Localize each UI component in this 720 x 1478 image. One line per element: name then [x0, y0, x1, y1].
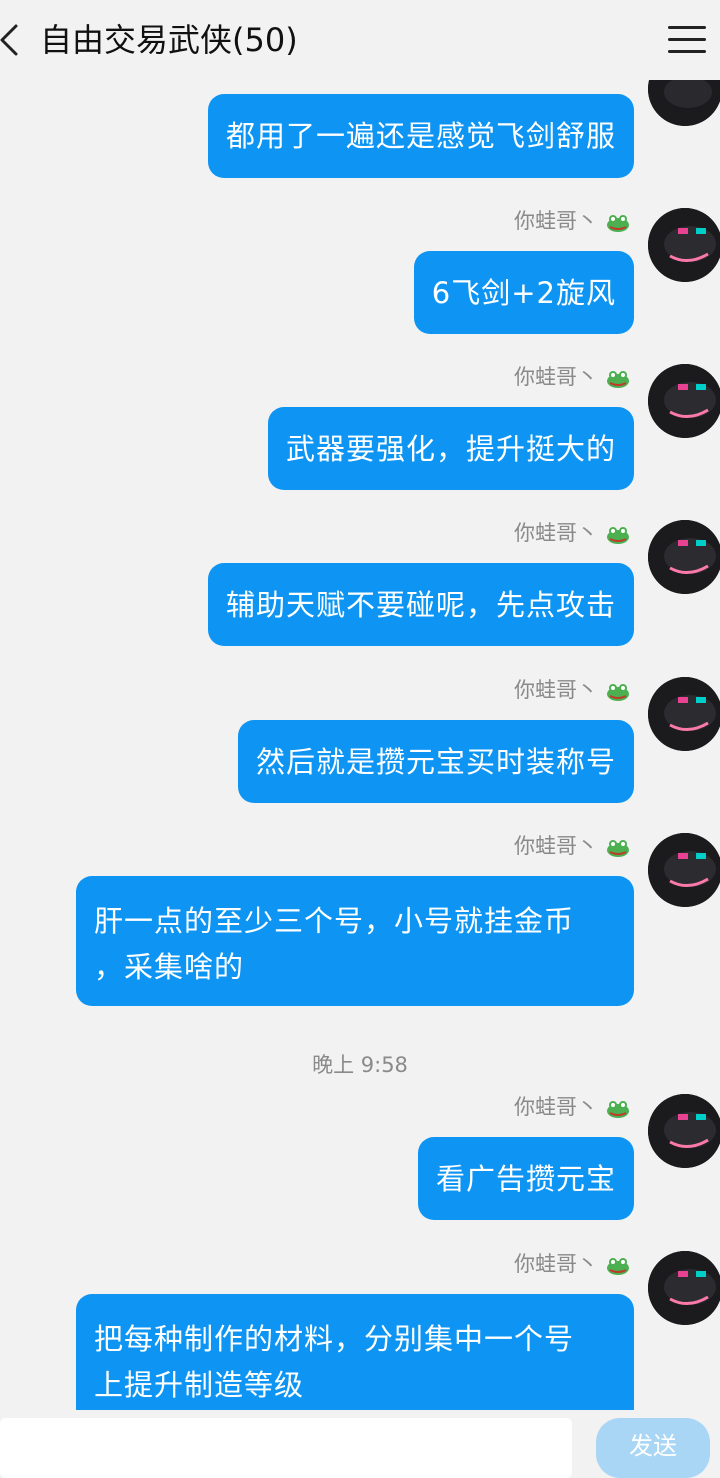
frog-emoji-icon: [606, 1098, 630, 1118]
sender-name: 你蛙哥丶: [514, 1094, 630, 1120]
message-bubble[interactable]: 6飞剑+2旋风: [413, 251, 634, 334]
message-text: 都用了一遍还是感觉飞剑舒服: [225, 119, 616, 153]
avatar[interactable]: [648, 677, 720, 751]
message-bubble[interactable]: 武器要强化，提升挺大的: [267, 407, 634, 490]
menu-button[interactable]: [668, 22, 706, 56]
sender-name: 你蛙哥丶: [514, 1251, 630, 1277]
frog-emoji-icon: [606, 1255, 630, 1275]
chat-title: 自由交易武侠(50): [40, 21, 298, 59]
send-button[interactable]: 发送: [596, 1418, 710, 1478]
message-bubble[interactable]: 都用了一遍还是感觉飞剑舒服: [207, 94, 634, 178]
message-text: 武器要强化，提升挺大的: [285, 432, 616, 466]
timestamp: 晚上 9:58: [312, 1053, 408, 1077]
message-text: 辅助天赋不要碰呢，先点攻击: [225, 588, 616, 622]
message-bubble[interactable]: 然后就是攒元宝买时装称号: [237, 720, 634, 803]
menu-icon-line: [668, 50, 706, 53]
message-feed[interactable]: 都用了一遍还是感觉飞剑舒服 你蛙哥丶 6飞剑+2旋风 你蛙哥丶 武器要强化，提升…: [0, 0, 720, 1410]
back-button[interactable]: [0, 22, 22, 58]
message-text: 肝一点的至少三个号，小号就挂金币: [94, 904, 575, 938]
frog-emoji-icon: [606, 837, 630, 857]
message-bubble[interactable]: 肝一点的至少三个号，小号就挂金币 ，采集啥的: [76, 876, 634, 1006]
frog-emoji-icon: [606, 212, 630, 232]
chevron-left-icon: [0, 24, 18, 56]
chat-header: 自由交易武侠(50): [0, 0, 720, 80]
avatar[interactable]: [648, 1251, 720, 1325]
frog-emoji-icon: [606, 681, 630, 701]
message-text: ，采集啥的: [94, 950, 245, 984]
sender-name: 你蛙哥丶: [514, 833, 630, 859]
sender-name: 你蛙哥丶: [514, 677, 630, 703]
message-bubble[interactable]: 辅助天赋不要碰呢，先点攻击: [207, 563, 634, 646]
frog-emoji-icon: [606, 368, 630, 388]
message-bubble[interactable]: 看广告攒元宝: [417, 1137, 634, 1220]
avatar[interactable]: [648, 364, 720, 438]
input-bar: 发送: [0, 1410, 720, 1478]
message-text: 看广告攒元宝: [435, 1162, 616, 1196]
message-input[interactable]: [0, 1418, 572, 1478]
message-text: 6飞剑+2旋风: [431, 276, 616, 310]
avatar[interactable]: [648, 208, 720, 282]
message-text: 上提升制造等级: [94, 1368, 305, 1402]
sender-name: 你蛙哥丶: [514, 208, 630, 234]
frog-emoji-icon: [606, 524, 630, 544]
message-text: 然后就是攒元宝买时装称号: [255, 745, 616, 779]
menu-icon-line: [668, 38, 706, 41]
sender-name: 你蛙哥丶: [514, 364, 630, 390]
menu-icon-line: [668, 26, 706, 29]
sender-name: 你蛙哥丶: [514, 520, 630, 546]
avatar[interactable]: [648, 520, 720, 594]
message-text: 把每种制作的材料，分别集中一个号: [94, 1322, 575, 1356]
avatar[interactable]: [648, 833, 720, 907]
message-bubble[interactable]: 把每种制作的材料，分别集中一个号 上提升制造等级: [76, 1294, 634, 1410]
avatar[interactable]: [648, 1094, 720, 1168]
